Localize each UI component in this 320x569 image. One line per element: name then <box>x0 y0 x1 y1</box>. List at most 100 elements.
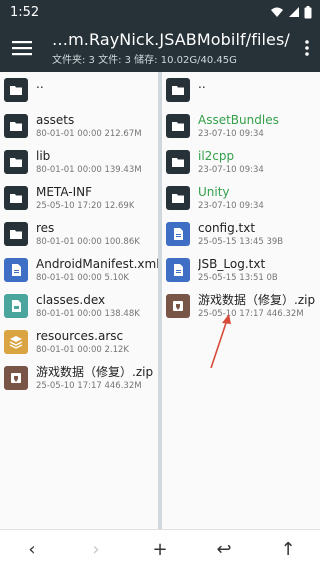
text-file-icon <box>166 258 190 282</box>
folder-icon <box>166 78 190 102</box>
item-meta: AssetBundles 23-07-10 09:34 <box>198 111 279 140</box>
wifi-icon <box>271 7 283 17</box>
item-info: 80-01-01 00:00 139.43M <box>36 165 142 175</box>
item-name: lib <box>36 149 51 163</box>
folder-icon <box>4 222 28 246</box>
folder-icon <box>4 150 28 174</box>
arrow-up-icon: ↑ <box>280 539 296 560</box>
folder-icon <box>166 150 190 174</box>
overflow-menu-button[interactable] <box>294 24 320 72</box>
item-name: assets <box>36 113 75 127</box>
archive-icon <box>166 294 190 318</box>
item-meta: res 80-01-01 00:00 100.86K <box>36 219 140 248</box>
item-info: 80-01-01 00:00 2.12K <box>36 345 129 355</box>
battery-icon <box>304 5 312 18</box>
return-icon: ↩ <box>216 539 232 560</box>
dual-pane-area: .. assets 80-01-01 00:00 212.67M lib 80-01-0… <box>0 72 320 529</box>
item-info: 23-07-10 09:34 <box>198 165 264 175</box>
item-name: .. <box>36 77 44 91</box>
current-path: …m.RayNick.JSABMobilf/files/ <box>52 30 290 49</box>
folder-row[interactable]: .. <box>0 75 158 111</box>
status-time: 1:52 <box>10 4 40 20</box>
item-name: JSB_Log.txt <box>198 257 266 271</box>
archive-icon <box>4 366 28 390</box>
file-row[interactable]: classes.dex 80-01-01 00:00 138.48K <box>0 291 158 327</box>
folder-row[interactable]: res 80-01-01 00:00 100.86K <box>0 219 158 255</box>
item-name: 游戏数据（修复）.zip <box>36 365 154 379</box>
status-bar: 1:52 <box>0 0 320 24</box>
item-meta: .. <box>36 75 44 92</box>
item-name: resources.arsc <box>36 329 124 343</box>
item-meta: resources.arsc 80-01-01 00:00 2.12K <box>36 327 129 356</box>
right-pane[interactable]: .. AssetBundles 23-07-10 09:34 il2cpp 23-07-… <box>162 72 320 529</box>
hamburger-icon <box>12 41 32 56</box>
swap-pane-button[interactable]: ↩ <box>204 530 244 569</box>
folder-row[interactable]: lib 80-01-01 00:00 139.43M <box>0 147 158 183</box>
back-button[interactable]: ‹ <box>12 530 52 569</box>
signal-icon <box>289 7 299 17</box>
bottom-toolbar: ‹ › + ↩ ↑ <box>0 529 320 569</box>
item-meta: classes.dex 80-01-01 00:00 138.48K <box>36 291 140 320</box>
storage-summary: 文件夹: 3 文件: 3 储存: 10.02G/40.45G <box>52 55 237 66</box>
item-name: config.txt <box>198 221 256 235</box>
file-row[interactable]: 游戏数据（修复）.zip 25-05-10 17:17 446.32M <box>0 363 158 399</box>
left-pane[interactable]: .. assets 80-01-01 00:00 212.67M lib 80-01-0… <box>0 72 158 529</box>
folder-icon <box>4 114 28 138</box>
more-vert-icon <box>305 40 309 56</box>
text-file-icon <box>166 222 190 246</box>
item-info: 80-01-01 00:00 5.10K <box>36 273 129 283</box>
folder-row[interactable]: .. <box>162 75 320 111</box>
item-name: AndroidManifest.xml <box>36 257 158 271</box>
path-title-block: …m.RayNick.JSABMobilf/files/ 文件夹: 3 文件: … <box>44 30 294 66</box>
file-row[interactable]: config.txt 25-05-15 13:45 39B <box>162 219 320 255</box>
folder-icon <box>4 78 28 102</box>
chevron-right-icon: › <box>92 539 100 560</box>
item-meta: assets 80-01-01 00:00 212.67M <box>36 111 142 140</box>
item-meta: config.txt 25-05-15 13:45 39B <box>198 219 283 248</box>
file-row[interactable]: resources.arsc 80-01-01 00:00 2.12K <box>0 327 158 363</box>
status-icons <box>270 5 312 19</box>
item-meta: 游戏数据（修复）.zip 25-05-10 17:17 446.32M <box>36 363 153 392</box>
annotation-arrow <box>210 314 231 369</box>
item-info: 80-01-01 00:00 100.86K <box>36 237 140 247</box>
item-info: 25-05-15 13:45 39B <box>198 237 284 247</box>
item-info: 80-01-01 00:00 138.48K <box>36 309 140 319</box>
folder-row[interactable]: Unity 23-07-10 09:34 <box>162 183 320 219</box>
item-meta: AndroidManifest.xml 80-01-01 00:00 5.10K <box>36 255 158 284</box>
item-meta: lib 80-01-01 00:00 139.43M <box>36 147 142 176</box>
item-info: 80-01-01 00:00 212.67M <box>36 129 142 139</box>
text-file-icon <box>4 258 28 282</box>
file-row[interactable]: 游戏数据（修复）.zip 25-05-10 17:17 446.32M <box>162 291 320 327</box>
item-name: AssetBundles <box>198 113 279 127</box>
folder-row[interactable]: AssetBundles 23-07-10 09:34 <box>162 111 320 147</box>
item-meta: il2cpp 23-07-10 09:34 <box>198 147 264 176</box>
item-name: classes.dex <box>36 293 106 307</box>
item-info: 25-05-15 13:51 0B <box>198 273 278 283</box>
item-info: 23-07-10 09:34 <box>198 129 264 139</box>
item-name: il2cpp <box>198 149 235 163</box>
forward-button[interactable]: › <box>76 530 116 569</box>
folder-icon <box>166 186 190 210</box>
file-row[interactable]: JSB_Log.txt 25-05-15 13:51 0B <box>162 255 320 291</box>
item-info: 23-07-10 09:34 <box>198 201 264 211</box>
folder-icon <box>166 114 190 138</box>
dex-file-icon <box>4 294 28 318</box>
plus-icon: + <box>152 539 168 560</box>
item-name: res <box>36 221 55 235</box>
item-name: .. <box>198 77 206 91</box>
file-row[interactable]: AndroidManifest.xml 80-01-01 00:00 5.10K <box>0 255 158 291</box>
folder-row[interactable]: il2cpp 23-07-10 09:34 <box>162 147 320 183</box>
item-info: 25-05-10 17:20 12.69K <box>36 201 135 211</box>
item-name: 游戏数据（修复）.zip <box>198 293 316 307</box>
item-meta: .. <box>198 75 206 92</box>
item-name: Unity <box>198 185 230 199</box>
menu-button[interactable] <box>0 24 44 72</box>
layers-icon <box>4 330 28 354</box>
parent-folder-button[interactable]: ↑ <box>268 530 308 569</box>
item-meta: JSB_Log.txt 25-05-15 13:51 0B <box>198 255 278 284</box>
folder-row[interactable]: META-INF 25-05-10 17:20 12.69K <box>0 183 158 219</box>
folder-row[interactable]: assets 80-01-01 00:00 212.67M <box>0 111 158 147</box>
app-bar: …m.RayNick.JSABMobilf/files/ 文件夹: 3 文件: … <box>0 24 320 72</box>
folder-icon <box>4 186 28 210</box>
add-button[interactable]: + <box>140 530 180 569</box>
